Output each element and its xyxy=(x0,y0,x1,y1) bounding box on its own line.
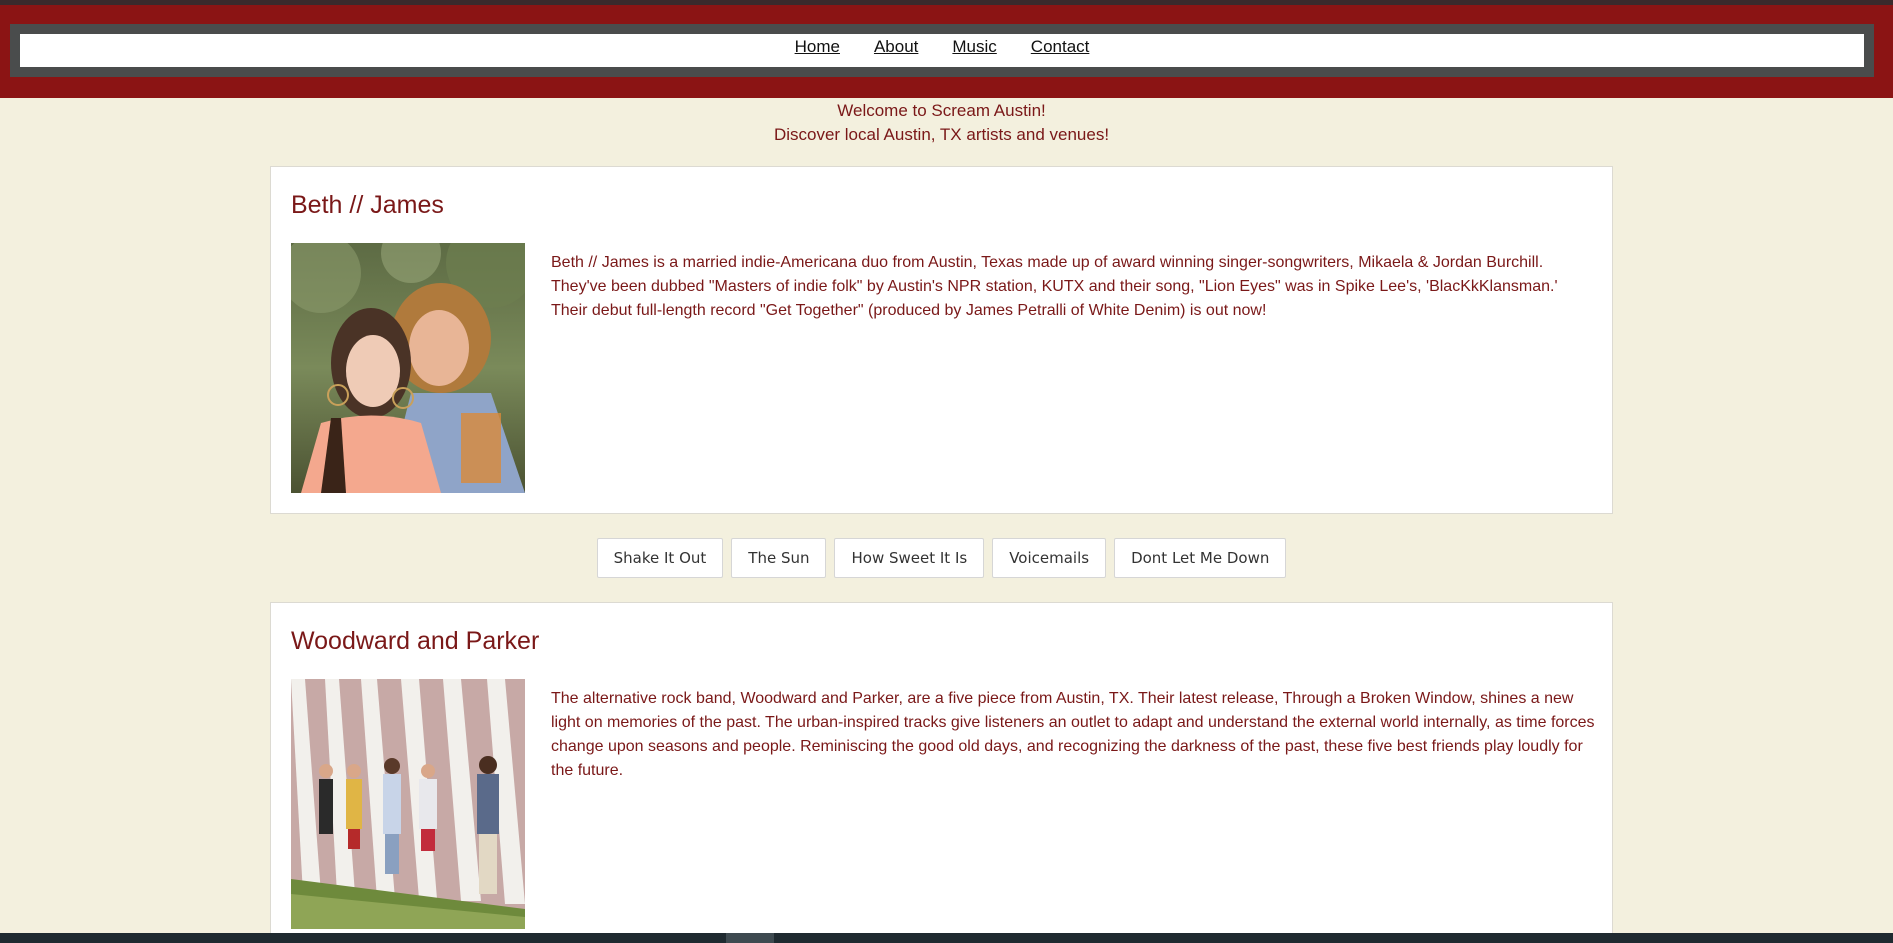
song-button-row: Shake It Out The Sun How Sweet It Is Voi… xyxy=(0,538,1883,578)
artist-description: Beth // James is a married indie-America… xyxy=(551,254,1558,319)
artist-card-woodward-parker: Woodward and Parker The alternative rock… xyxy=(270,602,1613,942)
welcome-message: Welcome to Scream Austin! Discover local… xyxy=(0,99,1883,147)
taskbar-active-item[interactable] xyxy=(726,933,774,943)
artist-name: Woodward and Parker xyxy=(291,627,540,655)
artist-name: Beth // James xyxy=(291,191,444,219)
taskbar xyxy=(0,933,1893,943)
main-nav: Home About Music Contact xyxy=(20,34,1864,67)
song-button-shake-it-out[interactable]: Shake It Out xyxy=(596,538,724,578)
site-header: Home About Music Contact xyxy=(0,5,1893,98)
welcome-line-2: Discover local Austin, TX artists and ve… xyxy=(773,125,1110,144)
artist-card-beth-james: Beth // James Beth // James is a married… xyxy=(270,166,1613,514)
song-button-the-sun[interactable]: The Sun xyxy=(731,538,827,578)
welcome-line-1: Welcome to Scream Austin! xyxy=(837,101,1046,120)
nav-link-home[interactable]: Home xyxy=(795,34,840,59)
song-button-voicemails[interactable]: Voicemails xyxy=(992,538,1107,578)
artist-photo-beth-james xyxy=(291,243,525,493)
artist-description: The alternative rock band, Woodward and … xyxy=(551,690,1595,779)
song-button-dont-let-me-down[interactable]: Dont Let Me Down xyxy=(1114,538,1287,578)
nav-frame: Home About Music Contact xyxy=(10,24,1874,77)
nav-link-contact[interactable]: Contact xyxy=(1031,34,1090,59)
nav-link-about[interactable]: About xyxy=(874,34,918,59)
artist-photo-woodward-parker xyxy=(291,679,525,929)
nav-link-music[interactable]: Music xyxy=(952,34,996,59)
song-button-how-sweet-it-is[interactable]: How Sweet It Is xyxy=(834,538,985,578)
